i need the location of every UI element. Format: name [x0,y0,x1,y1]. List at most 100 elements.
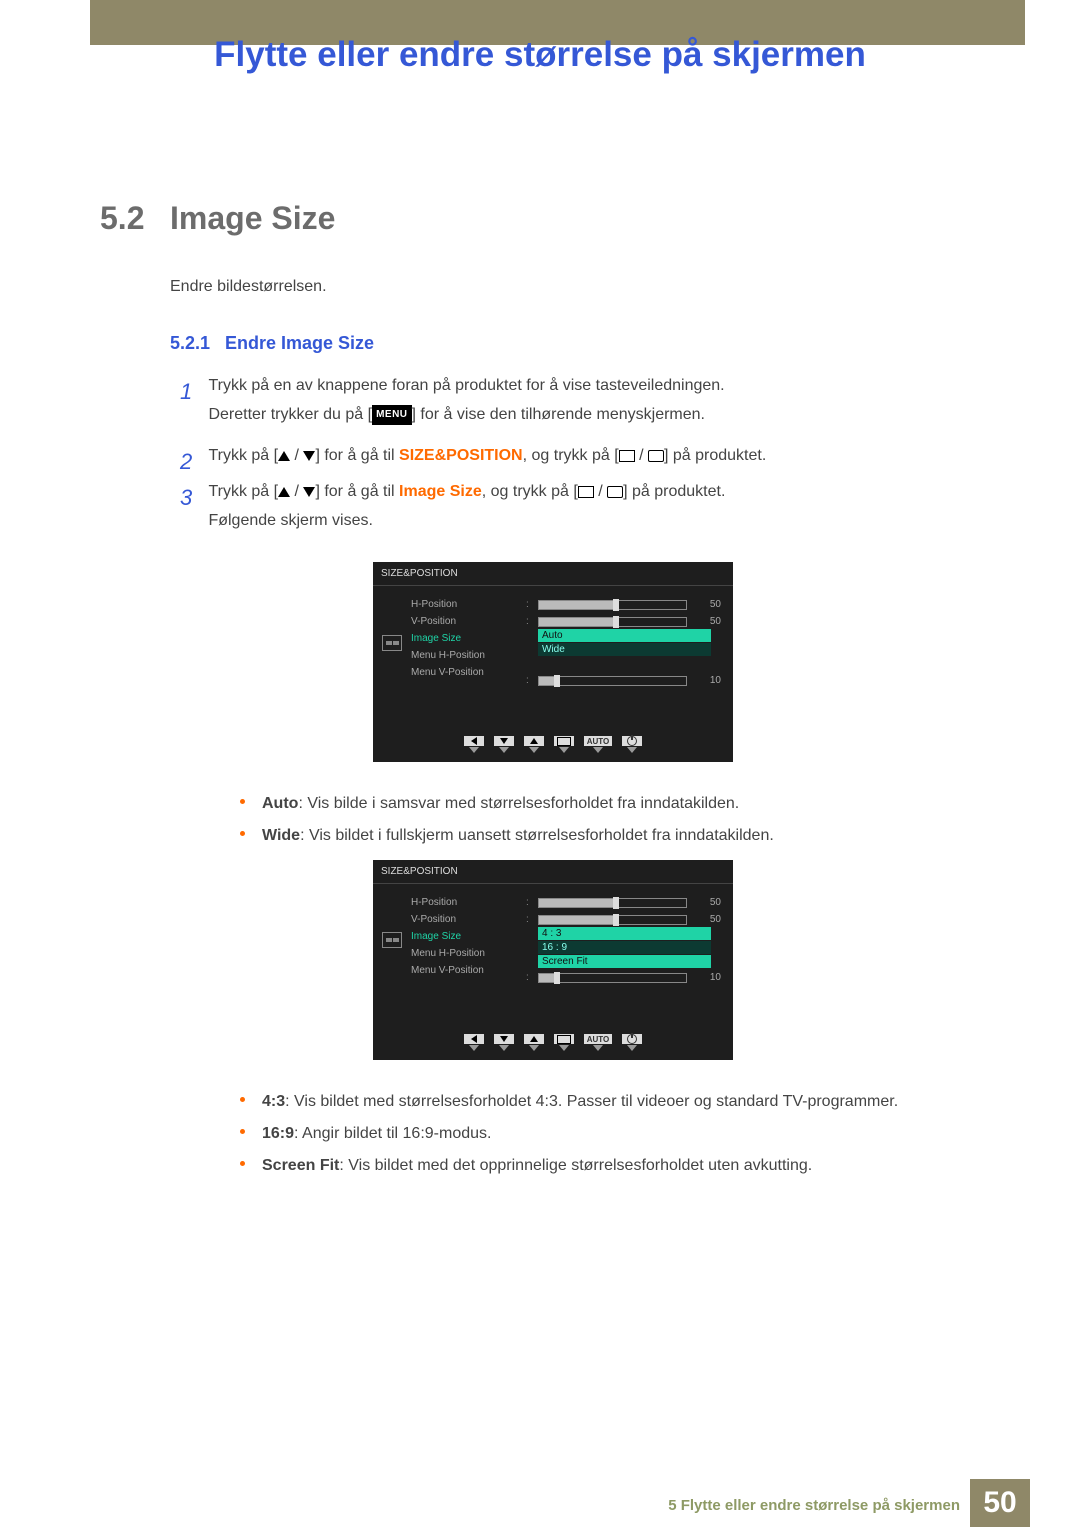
subsection-number: 5.2.1 [170,333,210,354]
auto-label: AUTO [587,737,610,746]
down-icon [500,738,508,744]
up-arrow-icon [278,487,290,497]
step-text: Trykk på [ [208,447,278,464]
list-item: Wide: Vis bildet i fullskjerm uansett st… [240,820,1020,852]
subsection-title: Endre Image Size [225,333,374,354]
section-description: Endre bildestørrelsen. [170,278,327,296]
slider [538,617,687,627]
osd-row-label: V-Position [411,911,526,928]
osd-screenshot-2: SIZE&POSITION H-Position V-Position Imag… [373,860,733,1060]
source-icon [578,486,594,498]
step-text: ] for å gå til [315,447,399,464]
dropdown-option: 16 : 9 [538,941,711,954]
step-text: ] for å vise den tilhørende menyskjermen… [412,406,705,423]
aspect-icon [382,932,402,948]
step-number: 2 [180,442,204,482]
osd-footer-buttons: AUTO [373,1031,733,1060]
page-number: 50 [970,1479,1030,1527]
up-icon [530,738,538,744]
up-icon [530,1036,538,1042]
slider-value: 50 [697,616,721,627]
list-item: Screen Fit: Vis bildet med det opprinnel… [240,1150,1020,1182]
section-title: Image Size [170,200,335,237]
option-desc: : Vis bildet i fullskjerm uansett større… [300,827,774,844]
osd-row-label-selected: Image Size [411,630,526,647]
option-label: 4:3 [262,1093,285,1110]
slider [538,915,687,925]
slider-value: 10 [697,972,721,983]
aspect-icon [382,635,402,651]
list-item: 16:9: Angir bildet til 16:9-modus. [240,1118,1020,1150]
osd-row-label: Menu H-Position [411,647,526,664]
step-1: 1 Trykk på en av knappene foran på produ… [180,372,1020,430]
option-label: Wide [262,827,300,844]
enter-icon [557,1035,571,1044]
emphasis: SIZE&POSITION [399,447,523,464]
back-icon [471,1035,477,1043]
osd-row-label-selected: Image Size [411,928,526,945]
osd-screenshot-1: SIZE&POSITION H-Position V-Position Imag… [373,562,733,762]
option-label: Screen Fit [262,1157,339,1174]
down-icon [500,1036,508,1042]
power-icon [627,1034,637,1044]
step-3: 3 Trykk på [ / ] for å gå til Image Size… [180,478,1020,536]
slider-value: 50 [697,897,721,908]
option-label: Auto [262,795,298,812]
slider [538,973,687,983]
osd-row-label: H-Position [411,596,526,613]
option-desc: : Vis bildet med det opprinnelige større… [339,1157,812,1174]
osd-row-label: Menu V-Position [411,664,526,681]
dropdown-option-selected: Auto [538,629,711,642]
option-desc: : Vis bildet med størrelsesforholdet 4:3… [285,1093,898,1110]
step-text: , og trykk på [ [482,483,578,500]
source-icon [619,450,635,462]
osd-title: SIZE&POSITION [373,860,733,884]
step-text: ] for å gå til [315,483,399,500]
step-text: ] på produktet. [664,447,766,464]
down-arrow-icon [303,487,315,497]
enter-icon [557,737,571,746]
osd-row-label: H-Position [411,894,526,911]
power-icon [627,736,637,746]
osd-values: :50 :50 4 : 3 16 : 9 Screen Fit :10 [526,894,733,986]
section-number: 5.2 [100,200,144,237]
option-list-2: 4:3: Vis bildet med størrelsesforholdet … [200,1086,1020,1182]
footer-chapter: 5 Flytte eller endre størrelse på skjerm… [668,1497,960,1514]
back-icon [471,737,477,745]
enter-icon [648,450,664,462]
osd-row-label: V-Position [411,613,526,630]
auto-label: AUTO [587,1035,610,1044]
osd-menu-labels: H-Position V-Position Image Size Menu H-… [411,894,526,986]
osd-row-label: Menu V-Position [411,962,526,979]
osd-footer-buttons: AUTO [373,733,733,762]
step-text: Trykk på en av knappene foran på produkt… [208,377,724,394]
slider-value: 50 [697,599,721,610]
step-text: Trykk på [ [208,483,278,500]
list-item: Auto: Vis bilde i samsvar med størrelses… [240,788,1020,820]
osd-title: SIZE&POSITION [373,562,733,586]
osd-menu-labels: H-Position V-Position Image Size Menu H-… [411,596,526,689]
slider [538,676,687,686]
osd-row-label: Menu H-Position [411,945,526,962]
slider-value: 50 [697,914,721,925]
step-text: Følgende skjerm vises. [208,512,373,529]
slider [538,600,687,610]
slider-value: 10 [697,675,721,686]
option-desc: : Angir bildet til 16:9-modus. [294,1125,491,1142]
menu-icon: MENU [372,405,411,425]
option-label: 16:9 [262,1125,294,1142]
osd-values: :50 :50 Auto Wide :10 [526,596,733,689]
option-desc: : Vis bilde i samsvar med størrelsesforh… [298,795,739,812]
option-list-1: Auto: Vis bilde i samsvar med størrelses… [200,788,1020,852]
page-title: Flytte eller endre størrelse på skjermen [0,35,1080,75]
up-arrow-icon [278,451,290,461]
dropdown-option: Screen Fit [538,955,711,968]
enter-icon [607,486,623,498]
page-footer: 5 Flytte eller endre størrelse på skjerm… [0,1479,1080,1527]
manual-page: Flytte eller endre størrelse på skjermen… [0,0,1080,1527]
dropdown-option-selected: 4 : 3 [538,927,711,940]
step-number: 3 [180,478,204,518]
down-arrow-icon [303,451,315,461]
step-text: ] på produktet. [623,483,725,500]
slider [538,898,687,908]
